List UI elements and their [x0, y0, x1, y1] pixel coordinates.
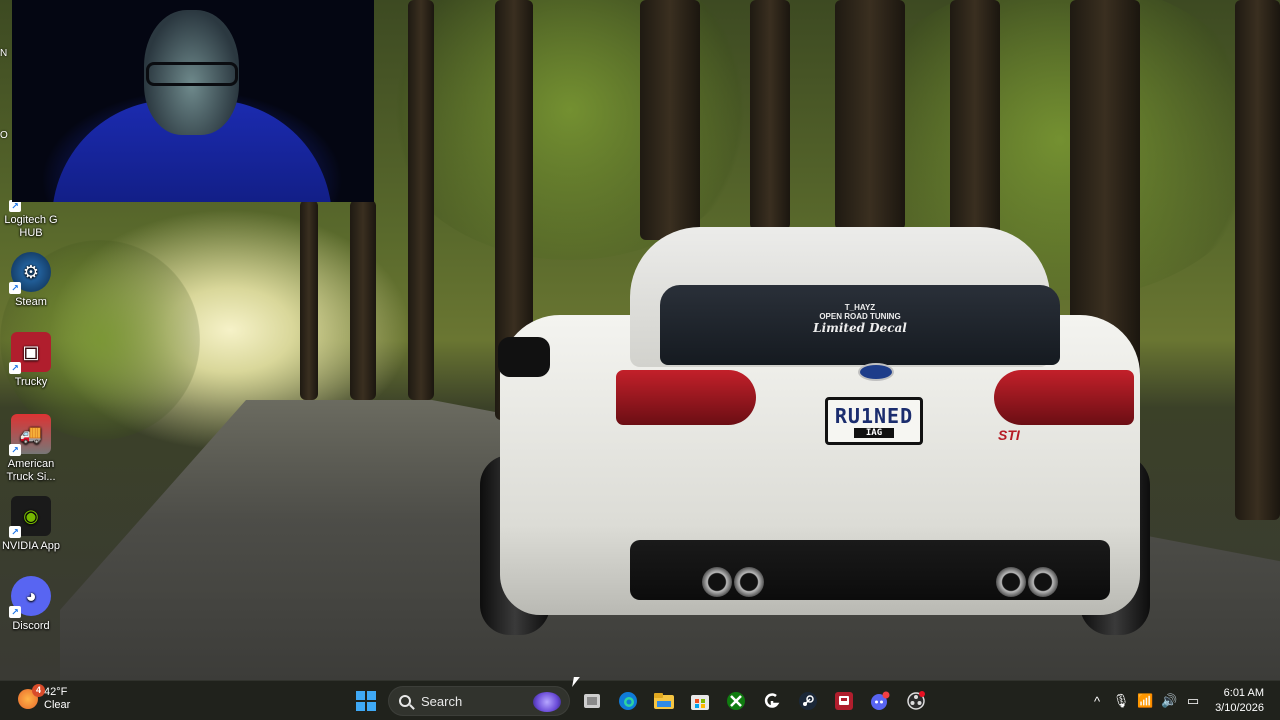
- plate-frame-text: IAG: [854, 428, 894, 438]
- shortcut-arrow-icon: ↗: [9, 282, 21, 294]
- weather-sun-icon: 4: [18, 684, 45, 709]
- license-plate: RU1NED IAG: [825, 397, 923, 445]
- steam-icon: [799, 692, 817, 710]
- webcam-overlay: [12, 0, 374, 202]
- weather-badge: 4: [32, 684, 45, 697]
- car-photo: T_HAYZ OPEN ROAD TUNING Limited Decal RU…: [480, 215, 1160, 655]
- sti-badge: STI: [998, 427, 1020, 443]
- discord-icon: ◕ ↗: [9, 576, 51, 618]
- shortcut-arrow-icon: ↗: [9, 526, 21, 538]
- steam-icon: ⚙ ↗: [9, 252, 51, 294]
- truck-icon: 🚚 ↗: [9, 414, 51, 456]
- obs-icon: [907, 691, 925, 710]
- exhaust-tip: [702, 567, 732, 597]
- exhaust-tip: [734, 567, 764, 597]
- exhaust-tip: [1028, 567, 1058, 597]
- desktop-icon-nvidia-app[interactable]: ◉ ↗ NVIDIA App: [0, 496, 62, 553]
- decal-line1: T_HAYZ: [844, 303, 876, 312]
- desktop-icon-label: Logitech G HUB: [4, 214, 58, 239]
- search-placeholder: Search: [421, 693, 463, 709]
- microsoft-store-icon: [691, 695, 709, 710]
- wifi-icon[interactable]: 📶: [1133, 693, 1157, 709]
- microphone-icon[interactable]: 🎙: [1109, 693, 1133, 709]
- shortcut-arrow-icon: ↗: [9, 362, 21, 374]
- taskbar: 4 42°F Clear Search ^ 🎙 📶 🔊 ▭ 6:01 AM 3/…: [0, 680, 1280, 720]
- decal-line3: Limited Decal: [813, 321, 907, 335]
- windows-logo-icon: [356, 691, 376, 711]
- desktop-icon-label: NVIDIA App: [1, 540, 61, 552]
- decal-line2: OPEN ROAD TUNING: [819, 312, 901, 321]
- tree-trunk: [408, 0, 434, 400]
- search-highlight-icon: [533, 692, 561, 712]
- taskbar-logitech-g-hub[interactable]: [754, 685, 790, 717]
- clock-date: 3/10/2026: [1215, 702, 1264, 714]
- weather-widget[interactable]: 4 42°F Clear: [18, 684, 71, 712]
- taskbar-obs[interactable]: [898, 685, 934, 717]
- taskbar-steam[interactable]: [790, 685, 826, 717]
- desktop-icon-american-truck-simulator[interactable]: 🚚 ↗ American Truck Si...: [0, 414, 62, 484]
- shortcut-arrow-icon: ↗: [9, 444, 21, 456]
- exhaust-tip: [996, 567, 1026, 597]
- clipped-icon-label: O: [0, 130, 8, 141]
- xbox-icon: [727, 692, 745, 710]
- clock-time: 6:01 AM: [1223, 687, 1264, 699]
- battery-icon[interactable]: ▭: [1181, 693, 1205, 709]
- taskbar-discord[interactable]: [862, 685, 898, 717]
- taskbar-file-explorer[interactable]: [646, 685, 682, 717]
- tree-trunk: [640, 0, 700, 240]
- taskbar-xbox[interactable]: [718, 685, 754, 717]
- trucky-icon: ▣ ↗: [9, 332, 51, 374]
- desktop-icon-label: Steam: [15, 296, 47, 308]
- taillight-left: [616, 370, 756, 425]
- tree-trunk: [300, 200, 318, 400]
- subaru-badge: [858, 363, 894, 381]
- car-mirror: [498, 337, 550, 377]
- taskbar-search[interactable]: Search: [388, 686, 570, 716]
- show-hidden-icons-chevron-icon[interactable]: ^: [1085, 694, 1109, 709]
- taskbar-center: Search: [348, 685, 934, 717]
- desktop-icon-discord[interactable]: ◕ ↗ Discord: [0, 576, 62, 633]
- plate-text: RU1NED: [834, 404, 914, 428]
- volume-icon[interactable]: 🔊: [1157, 693, 1181, 709]
- nvidia-icon: ◉ ↗: [9, 496, 51, 538]
- task-view-icon: [584, 694, 600, 708]
- tree-trunk: [1235, 0, 1280, 520]
- webcam-person-glasses: [146, 62, 238, 86]
- weather-condition: Clear: [44, 699, 71, 711]
- discord-icon: [871, 691, 890, 710]
- task-view-button[interactable]: [574, 685, 610, 717]
- taskbar-trucky[interactable]: [826, 685, 862, 717]
- taskbar-microsoft-store[interactable]: [682, 685, 718, 717]
- desktop-icon-label: American Truck Si...: [6, 458, 56, 483]
- window-decal: T_HAYZ OPEN ROAD TUNING Limited Decal: [780, 303, 940, 335]
- taskbar-clock[interactable]: 6:01 AM 3/10/2026: [1205, 686, 1280, 716]
- desktop-icon-label: Trucky: [14, 376, 48, 388]
- tree-trunk: [750, 0, 790, 230]
- desktop-icon-logitech-g-hub[interactable]: ↗ Logitech G HUB: [0, 196, 62, 240]
- desktop-icon-steam[interactable]: ⚙ ↗ Steam: [0, 252, 62, 309]
- logitech-g-icon: [764, 693, 780, 708]
- clipped-icon-label: N: [0, 48, 8, 59]
- tree-trunk: [835, 0, 905, 230]
- desktop-icon-label: Discord: [12, 620, 50, 632]
- shortcut-arrow-icon: ↗: [9, 606, 21, 618]
- tree-trunk: [350, 200, 376, 400]
- file-explorer-icon: [654, 693, 674, 709]
- system-tray: ^ 🎙 📶 🔊 ▭ 6:01 AM 3/10/2026: [1085, 681, 1280, 720]
- edge-icon: [619, 692, 637, 710]
- taskbar-edge[interactable]: [610, 685, 646, 717]
- desktop-icon-trucky[interactable]: ▣ ↗ Trucky: [0, 332, 62, 389]
- search-icon: [399, 695, 411, 707]
- tree-trunk: [950, 0, 1000, 240]
- taillight-right: [994, 370, 1134, 425]
- weather-temperature: 42°F: [44, 686, 68, 698]
- start-button[interactable]: [348, 685, 384, 717]
- trucky-icon: [835, 692, 853, 710]
